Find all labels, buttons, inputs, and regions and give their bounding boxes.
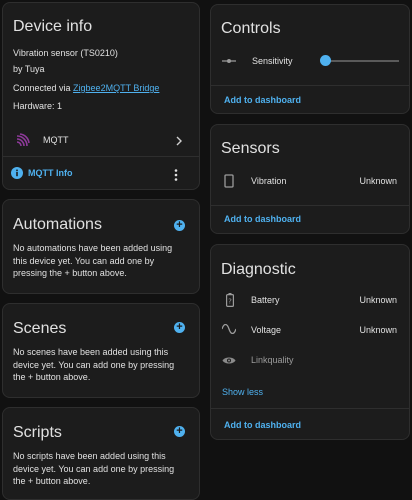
battery-value: Unknown	[359, 295, 397, 305]
vibration-value: Unknown	[359, 176, 397, 186]
eye-icon	[222, 357, 236, 364]
sine-wave-icon	[222, 324, 236, 334]
mqtt-info-button[interactable]: MQTT Info	[11, 166, 111, 182]
battery-label: Battery	[251, 295, 280, 305]
sensors-add-to-dashboard[interactable]: Add to dashboard	[224, 214, 301, 224]
diagnostic-divider	[211, 408, 409, 409]
info-icon	[11, 167, 23, 179]
scripts-title: Scripts	[13, 424, 62, 441]
controls-title: Controls	[221, 20, 281, 37]
svg-text:?: ?	[228, 298, 232, 306]
scripts-empty-text: No scripts have been added using this de…	[13, 451, 175, 486]
add-scene-button[interactable]: +	[174, 322, 185, 333]
slider-handle[interactable]	[320, 55, 331, 66]
sensors-card: Sensors Vibration Unknown Add to dashboa…	[210, 124, 410, 234]
more-vert-icon[interactable]	[174, 169, 178, 181]
connected-via: Connected via Zigbee2MQTT Bridge	[13, 83, 159, 93]
sensitivity-slider[interactable]	[320, 55, 399, 67]
chevron-right-icon	[176, 136, 182, 146]
scenes-title: Scenes	[13, 320, 67, 337]
hardware-version: Hardware: 1	[13, 101, 63, 111]
add-script-button[interactable]: +	[174, 426, 185, 437]
diagnostic-add-to-dashboard[interactable]: Add to dashboard	[224, 420, 301, 430]
show-less-button[interactable]: Show less	[222, 387, 263, 397]
vibration-icon	[224, 174, 234, 188]
scenes-card: Scenes + No scenes have been added using…	[2, 303, 200, 398]
scripts-card: Scripts + No scripts have been added usi…	[2, 407, 200, 500]
device-model: Vibration sensor (TS0210)	[13, 48, 118, 58]
controls-card: Controls Sensitivity Add to dashboard	[210, 4, 410, 114]
sensors-title: Sensors	[221, 140, 280, 157]
device-manufacturer: by Tuya	[13, 64, 45, 74]
sensors-divider	[211, 205, 409, 206]
vibration-label: Vibration	[251, 176, 287, 186]
automations-empty-text: No automations have been added using thi…	[13, 243, 173, 278]
device-info-card: Device info Vibration sensor (TS0210) by…	[2, 2, 200, 190]
slider-track	[323, 60, 399, 62]
sensitivity-icon	[222, 59, 236, 63]
automations-card: Automations + No automations have been a…	[2, 199, 200, 294]
battery-unknown-icon: ?	[226, 293, 234, 307]
mqtt-icon	[16, 133, 30, 147]
connected-via-prefix: Connected via	[13, 83, 74, 93]
voltage-label: Voltage	[251, 325, 282, 335]
mqtt-info-label: MQTT Info	[28, 168, 73, 178]
device-info-divider	[3, 156, 199, 157]
zigbee2mqtt-bridge-link[interactable]: Zigbee2MQTT Bridge	[73, 83, 159, 93]
linkquality-label: Linkquality	[251, 355, 294, 365]
controls-add-to-dashboard[interactable]: Add to dashboard	[224, 95, 301, 105]
device-info-title: Device info	[13, 18, 93, 35]
diagnostic-title: Diagnostic	[221, 261, 296, 278]
diagnostic-card: Diagnostic ? Battery Unknown Voltage Unk…	[210, 244, 410, 440]
automations-title: Automations	[13, 216, 102, 233]
voltage-value: Unknown	[359, 325, 397, 335]
mqtt-integration-row[interactable]: MQTT	[3, 127, 199, 155]
sensitivity-label: Sensitivity	[252, 56, 293, 66]
mqtt-integration-label: MQTT	[43, 135, 69, 145]
scenes-empty-text: No scenes have been added using this dev…	[13, 347, 175, 382]
add-automation-button[interactable]: +	[174, 220, 185, 231]
controls-divider	[211, 85, 409, 86]
